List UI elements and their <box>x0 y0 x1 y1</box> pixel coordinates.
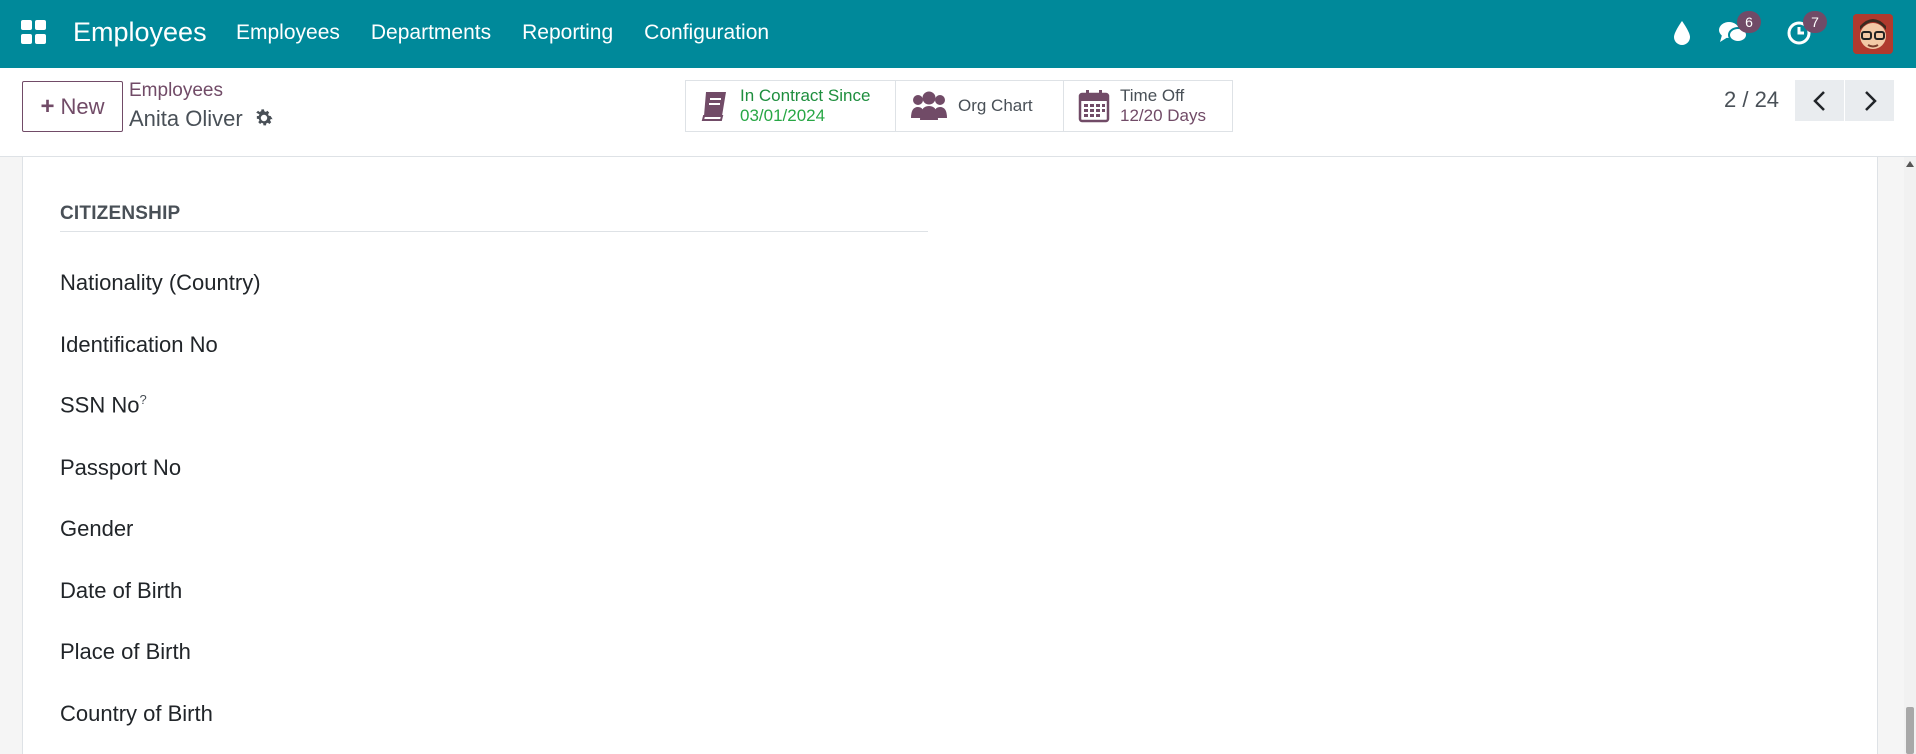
contract-smart-button[interactable]: In Contract Since 03/01/2024 <box>686 81 896 131</box>
drop-icon[interactable] <box>1672 20 1692 46</box>
field-label-identification-no: Identification No <box>60 332 218 357</box>
menu-item-employees[interactable]: Employees <box>236 21 340 45</box>
form-sheet: CITIZENSHIP Nationality (Country) Identi… <box>22 157 1878 754</box>
field-label-place-of-birth: Place of Birth <box>60 639 191 664</box>
scroll-up-arrow-icon[interactable] <box>1906 161 1914 167</box>
breadcrumb-current: Anita Oliver <box>129 106 243 131</box>
scroll-thumb[interactable] <box>1906 707 1914 754</box>
org-chart-label: Org Chart <box>958 96 1033 115</box>
field-label-country-of-birth: Country of Birth <box>60 701 213 726</box>
plus-icon: + <box>40 92 55 120</box>
app-grid-icon[interactable] <box>21 20 47 44</box>
pager-previous-button[interactable] <box>1795 80 1844 121</box>
gear-icon[interactable] <box>253 107 275 129</box>
top-navbar: Employees Employees Departments Reportin… <box>0 0 1916 68</box>
time-off-smart-button[interactable]: Time Off 12/20 Days <box>1064 81 1232 131</box>
chevron-right-icon <box>1864 90 1877 111</box>
book-icon <box>701 92 726 121</box>
time-off-days: 12/20 Days <box>1120 106 1206 125</box>
menu-item-reporting[interactable]: Reporting <box>522 21 613 45</box>
new-button[interactable]: + New <box>22 81 123 132</box>
field-label-passport-no: Passport No <box>60 455 182 480</box>
section-title-citizenship: CITIZENSHIP <box>60 203 181 224</box>
field-label-ssn-no: SSN No? <box>60 392 147 418</box>
field-label-date-of-birth: Date of Birth <box>60 578 183 603</box>
chevron-left-icon <box>1812 90 1825 111</box>
pager-value[interactable]: 2 / 24 <box>1724 87 1779 113</box>
time-off-label: Time Off <box>1120 86 1185 105</box>
contract-date: 03/01/2024 <box>740 106 826 125</box>
messages-badge: 6 <box>1737 11 1761 33</box>
pager-next-button[interactable] <box>1845 80 1894 121</box>
breadcrumb-parent[interactable]: Employees <box>129 80 223 102</box>
calendar-icon <box>1078 90 1110 123</box>
ssn-help-tooltip[interactable]: ? <box>139 392 146 407</box>
users-icon <box>911 91 947 120</box>
ssn-label-text: SSN No <box>60 392 140 418</box>
main-menu: Employees Departments Reporting Configur… <box>236 21 800 45</box>
org-chart-smart-button[interactable]: Org Chart <box>896 81 1064 131</box>
control-panel: + New Employees Anita Oliver In Contract… <box>0 68 1916 157</box>
vertical-scrollbar[interactable] <box>1904 157 1916 754</box>
activities-badge: 7 <box>1803 11 1827 33</box>
field-label-nationality: Nationality (Country) <box>60 270 261 295</box>
user-avatar[interactable] <box>1853 14 1893 54</box>
new-button-label: New <box>60 93 105 119</box>
field-label-gender: Gender <box>60 516 134 541</box>
contract-label: In Contract Since <box>740 86 871 105</box>
menu-item-departments[interactable]: Departments <box>371 21 491 45</box>
app-title[interactable]: Employees <box>73 17 207 48</box>
section-divider <box>60 231 928 232</box>
menu-item-configuration[interactable]: Configuration <box>644 21 769 45</box>
smart-buttons: In Contract Since 03/01/2024 Org Chart T… <box>685 80 1233 132</box>
